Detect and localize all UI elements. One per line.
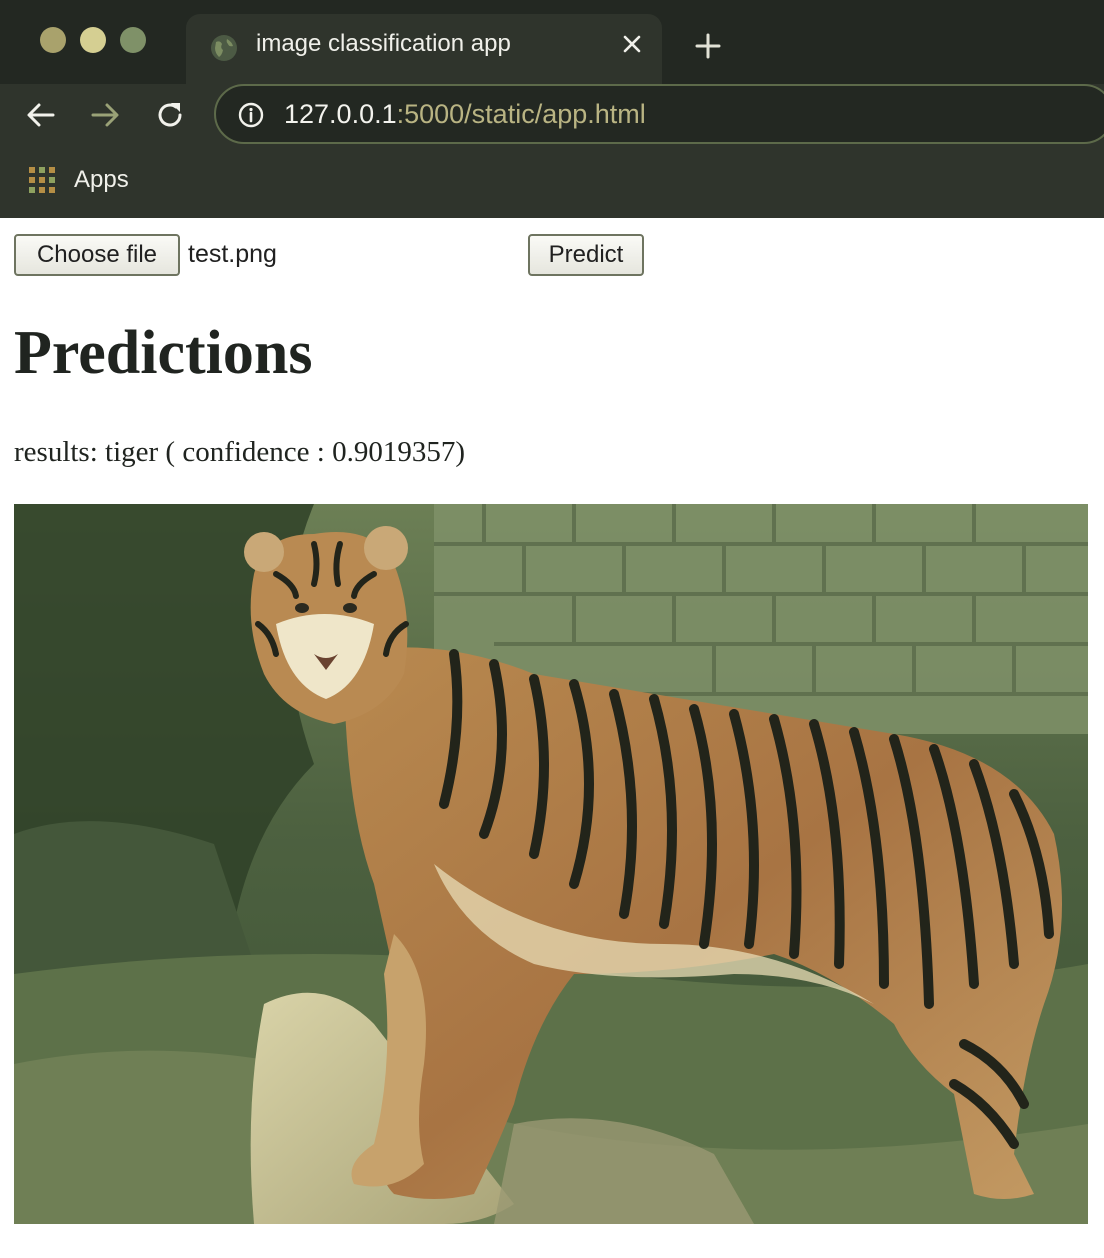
url-host: 127.0.0.1 xyxy=(284,99,397,129)
minimize-window-button[interactable] xyxy=(80,27,106,53)
tab-title: image classification app xyxy=(256,30,511,57)
globe-icon xyxy=(211,35,237,61)
close-window-button[interactable] xyxy=(40,27,66,53)
url-text[interactable]: 127.0.0.1:5000/static/app.html xyxy=(284,99,646,130)
reload-icon[interactable] xyxy=(153,98,187,132)
maximize-window-button[interactable] xyxy=(120,27,146,53)
arrow-left-icon[interactable] xyxy=(24,98,58,132)
title-bar: image classification app xyxy=(0,0,1104,84)
url-path: :5000/static/app.html xyxy=(396,99,646,129)
apps-grid-icon[interactable] xyxy=(28,166,56,194)
plus-icon[interactable] xyxy=(694,32,722,60)
close-icon[interactable] xyxy=(620,32,644,56)
prediction-result: results: tiger ( confidence : 0.9019357) xyxy=(14,436,465,468)
page-content: Choose file test.png Predict Predictions… xyxy=(0,218,1104,1258)
predict-button[interactable]: Predict xyxy=(528,234,644,276)
info-icon[interactable] xyxy=(238,102,264,128)
bookmark-apps[interactable]: Apps xyxy=(74,166,129,194)
browser-tab[interactable]: image classification app xyxy=(186,14,662,84)
browser-toolbar: 127.0.0.1:5000/static/app.html xyxy=(0,84,1104,148)
page-title: Predictions xyxy=(14,319,313,387)
arrow-right-icon[interactable] xyxy=(88,98,122,132)
selected-file-name: test.png xyxy=(188,240,277,268)
browser-chrome: image classification app 127.0.0.1:5000/… xyxy=(0,0,1104,218)
choose-file-button[interactable]: Choose file xyxy=(14,234,180,276)
bookmarks-bar: Apps xyxy=(0,148,1104,218)
address-bar[interactable]: 127.0.0.1:5000/static/app.html xyxy=(214,84,1104,144)
uploaded-image xyxy=(14,504,1088,1224)
